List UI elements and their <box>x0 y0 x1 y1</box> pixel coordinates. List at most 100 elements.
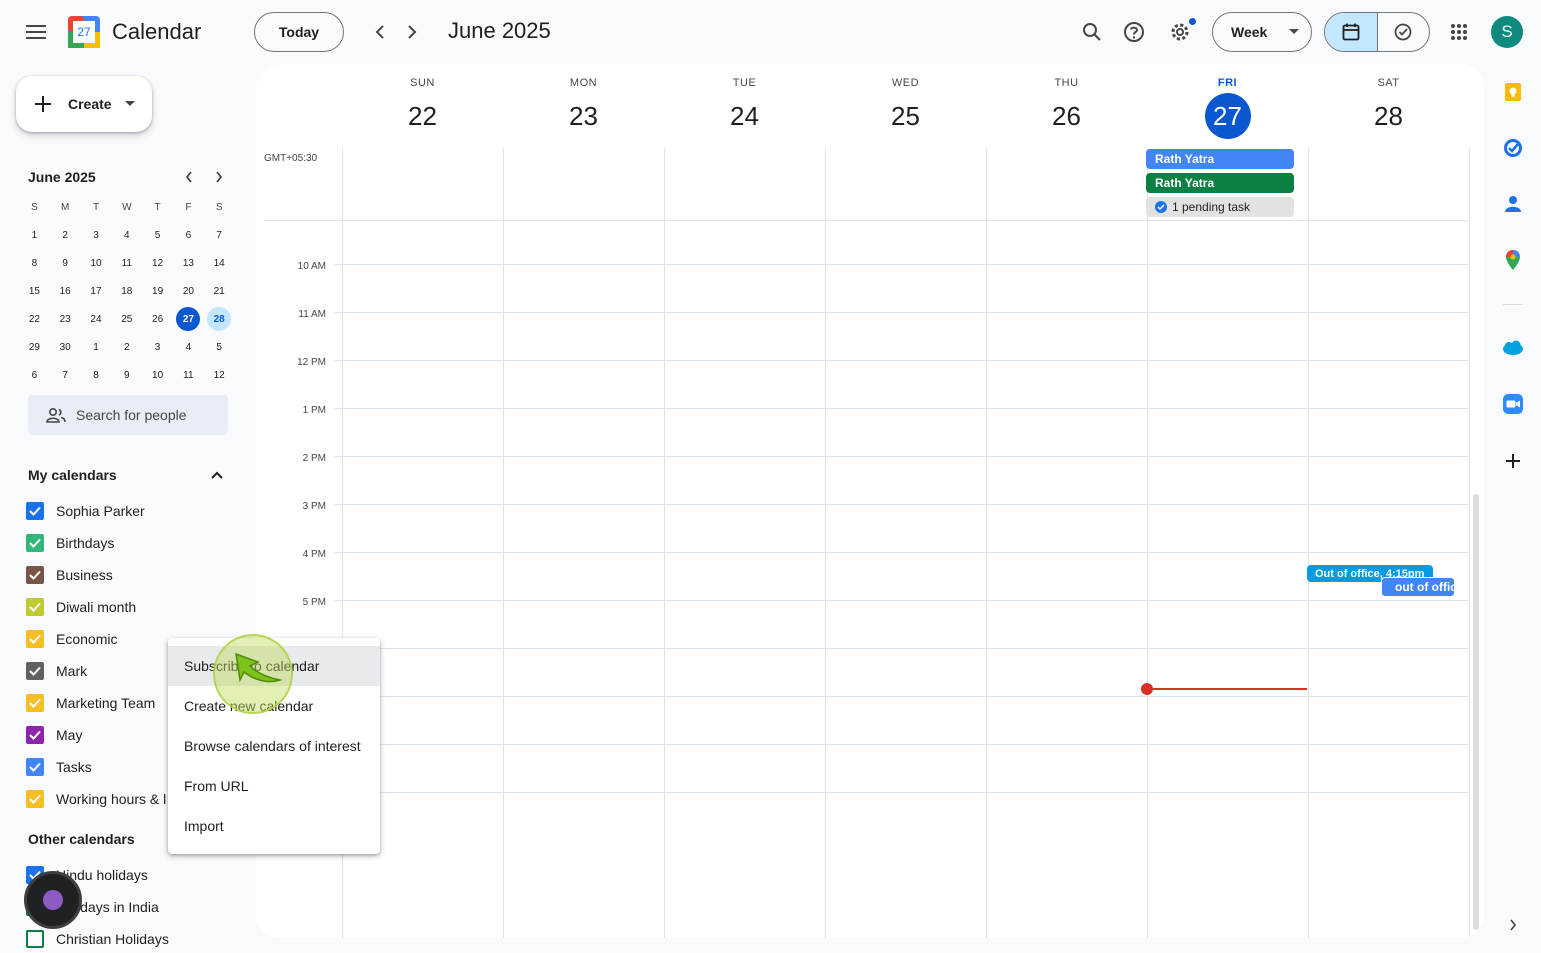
mini-calendar-day[interactable]: 28 <box>204 305 235 333</box>
calendar-mode-icon[interactable] <box>1325 13 1378 51</box>
day-column-header[interactable]: SUN 22 <box>342 64 503 139</box>
mini-calendar-day[interactable]: 6 <box>173 221 204 249</box>
app-title[interactable]: Calendar <box>112 19 201 45</box>
mini-calendar-day[interactable]: 9 <box>111 361 142 389</box>
mini-calendar-day[interactable]: 3 <box>142 333 173 361</box>
mini-calendar-day[interactable]: 10 <box>81 249 112 277</box>
mini-calendar-day[interactable]: 9 <box>50 249 81 277</box>
calendar-item[interactable]: Business <box>26 563 113 587</box>
mini-calendar-day[interactable]: 16 <box>50 277 81 305</box>
day-column-header[interactable]: SAT 28 <box>1308 64 1469 139</box>
mini-calendar-day[interactable]: 14 <box>204 249 235 277</box>
mini-calendar-day[interactable]: 2 <box>50 221 81 249</box>
mini-prev-month-icon[interactable] <box>174 162 204 192</box>
checked-checkbox-icon[interactable] <box>26 726 44 744</box>
checked-checkbox-icon[interactable] <box>26 758 44 776</box>
other-calendars-title[interactable]: Other calendars <box>28 831 135 847</box>
day-number[interactable]: 22 <box>400 93 446 139</box>
checked-checkbox-icon[interactable] <box>26 694 44 712</box>
checked-checkbox-icon[interactable] <box>26 534 44 552</box>
mini-calendar-day[interactable]: 6 <box>19 361 50 389</box>
mini-calendar-day[interactable]: 8 <box>81 361 112 389</box>
day-column-header[interactable]: MON 23 <box>503 64 664 139</box>
mini-calendar-day[interactable]: 5 <box>204 333 235 361</box>
day-number[interactable]: 24 <box>722 93 768 139</box>
calendar-item[interactable]: Sophia Parker <box>26 499 145 523</box>
mini-calendar-day[interactable]: 18 <box>111 277 142 305</box>
calendar-item[interactable]: May <box>26 723 82 747</box>
calendar-logo-icon[interactable]: 27 <box>68 16 100 48</box>
day-column-header[interactable]: TUE 24 <box>664 64 825 139</box>
mini-calendar-day[interactable]: 4 <box>173 333 204 361</box>
out-of-office-task[interactable]: out of office <box>1381 577 1455 597</box>
day-number[interactable]: 27 <box>1204 93 1251 139</box>
mini-calendar-day[interactable]: 19 <box>142 277 173 305</box>
search-people-input[interactable]: Search for people <box>28 395 228 435</box>
mini-calendar-day[interactable]: 8 <box>19 249 50 277</box>
mini-calendar-day[interactable]: 25 <box>111 305 142 333</box>
apps-grid-icon[interactable] <box>1439 12 1479 52</box>
checked-checkbox-icon[interactable] <box>26 630 44 648</box>
day-column-header[interactable]: THU 26 <box>986 64 1147 139</box>
account-avatar[interactable]: S <box>1491 16 1523 48</box>
calendar-item[interactable]: Marketing Team <box>26 691 155 715</box>
mini-calendar-day[interactable]: 26 <box>142 305 173 333</box>
mini-calendar-day[interactable]: 15 <box>19 277 50 305</box>
calendar-item[interactable]: Working hours & l <box>26 787 166 811</box>
salesforce-icon[interactable] <box>1501 336 1525 360</box>
mini-calendar-day[interactable]: 13 <box>173 249 204 277</box>
mini-calendar-day[interactable]: 2 <box>111 333 142 361</box>
mini-calendar-day[interactable]: 1 <box>81 333 112 361</box>
view-switcher[interactable]: Week <box>1212 12 1312 52</box>
checked-checkbox-icon[interactable] <box>26 790 44 808</box>
my-calendars-title[interactable]: My calendars <box>28 467 117 483</box>
keep-icon[interactable] <box>1501 80 1525 104</box>
day-column-header[interactable]: WED 25 <box>825 64 986 139</box>
settings-gear-icon[interactable] <box>1160 12 1200 52</box>
mini-calendar-day[interactable]: 1 <box>19 221 50 249</box>
search-icon[interactable] <box>1072 12 1112 52</box>
tasks-mode-icon[interactable] <box>1378 13 1430 51</box>
day-number[interactable]: 28 <box>1366 93 1412 139</box>
next-week-icon[interactable] <box>392 12 432 52</box>
mini-calendar-day[interactable]: 20 <box>173 277 204 305</box>
expand-side-panel-icon[interactable] <box>1501 913 1525 937</box>
all-day-event[interactable]: Rath Yatra <box>1146 173 1294 193</box>
day-number[interactable]: 23 <box>561 93 607 139</box>
help-icon[interactable] <box>1114 12 1154 52</box>
checked-checkbox-icon[interactable] <box>26 598 44 616</box>
main-menu-icon[interactable] <box>16 12 56 52</box>
menu-item-browse-calendars[interactable]: Browse calendars of interest <box>168 726 380 766</box>
checked-checkbox-icon[interactable] <box>26 662 44 680</box>
mini-calendar-day[interactable]: 4 <box>111 221 142 249</box>
checked-checkbox-icon[interactable] <box>26 566 44 584</box>
calendar-item[interactable]: Tasks <box>26 755 92 779</box>
recorder-button[interactable] <box>24 871 82 929</box>
maps-icon[interactable] <box>1501 248 1525 272</box>
mini-calendar-day[interactable]: 27 <box>173 305 204 333</box>
tasks-icon[interactable] <box>1501 136 1525 160</box>
all-day-event[interactable]: Rath Yatra <box>1146 149 1294 169</box>
mini-calendar-day[interactable]: 24 <box>81 305 112 333</box>
mini-calendar-day[interactable]: 10 <box>142 361 173 389</box>
calendar-item[interactable]: Birthdays <box>26 531 114 555</box>
contacts-icon[interactable] <box>1501 192 1525 216</box>
calendar-item[interactable]: Mark <box>26 659 87 683</box>
mini-calendar-day[interactable]: 11 <box>173 361 204 389</box>
calendar-item[interactable]: Economic <box>26 627 117 651</box>
day-number[interactable]: 25 <box>883 93 929 139</box>
zoom-icon[interactable] <box>1501 392 1525 416</box>
mini-calendar-day[interactable]: 5 <box>142 221 173 249</box>
chevron-up-icon[interactable] <box>201 459 233 491</box>
mini-calendar-day[interactable]: 12 <box>204 361 235 389</box>
day-number[interactable]: 26 <box>1044 93 1090 139</box>
mini-calendar-day[interactable]: 17 <box>81 277 112 305</box>
menu-item-import[interactable]: Import <box>168 806 380 846</box>
pending-task-chip[interactable]: 1 pending task <box>1146 197 1294 217</box>
add-addon-icon[interactable] <box>1501 449 1525 473</box>
time-slot-area[interactable] <box>342 220 1469 938</box>
mini-calendar-day[interactable]: 7 <box>204 221 235 249</box>
mini-calendar-day[interactable]: 22 <box>19 305 50 333</box>
mini-calendar-day[interactable]: 12 <box>142 249 173 277</box>
mini-calendar-day[interactable]: 29 <box>19 333 50 361</box>
